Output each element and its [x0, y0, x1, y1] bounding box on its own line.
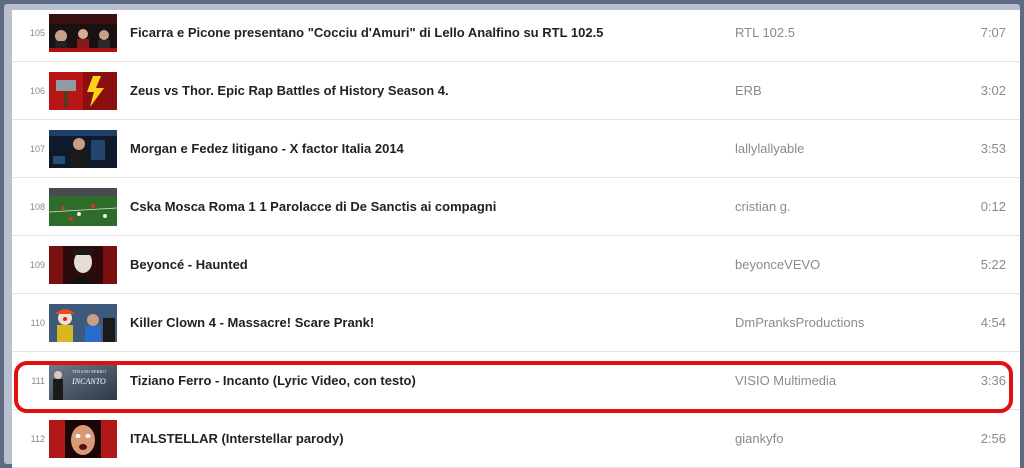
video-title[interactable]: Beyoncé - Haunted — [130, 236, 248, 294]
channel-name[interactable]: ERB — [735, 62, 762, 120]
channel-name[interactable]: RTL 102.5 — [735, 10, 795, 62]
video-title[interactable]: Ficarra e Picone presentano "Cocciu d'Am… — [130, 10, 603, 62]
video-title[interactable]: ITALSTELLAR (Interstellar parody) — [130, 410, 344, 468]
channel-name[interactable]: cristian g. — [735, 178, 791, 236]
list-item[interactable]: 106 Zeus vs Thor. Epic Rap Battles of Hi… — [12, 62, 1020, 120]
video-duration: 4:54 — [980, 315, 1006, 330]
video-title[interactable]: Killer Clown 4 - Massacre! Scare Prank! — [130, 294, 374, 352]
video-duration: 3:02 — [980, 83, 1006, 98]
item-index: 108 — [29, 202, 45, 212]
channel-name[interactable]: VISIO Multimedia — [735, 352, 836, 410]
item-index: 107 — [29, 144, 45, 154]
item-index: 106 — [29, 86, 45, 96]
video-title[interactable]: Morgan e Fedez litigano - X factor Itali… — [130, 120, 404, 178]
item-index: 112 — [30, 434, 45, 444]
list-item[interactable]: 108 Cska Mosca Roma 1 1 Parolacce di De … — [12, 178, 1020, 236]
incanto-thumbnail[interactable]: TIZIANO FERRO INCANTO — [49, 362, 117, 400]
video-title[interactable]: Cska Mosca Roma 1 1 Parolacce di De Sanc… — [130, 178, 496, 236]
hammer-lightning-thumbnail[interactable] — [49, 72, 117, 110]
video-duration: 3:53 — [980, 141, 1006, 156]
video-duration: 2:56 — [980, 431, 1006, 446]
list-item[interactable]: 105 Ficarra e Picone presentano "Cocciu … — [12, 10, 1020, 62]
channel-name[interactable]: lallylallyable — [735, 120, 804, 178]
video-duration: 7:07 — [980, 25, 1006, 40]
face-thumbnail[interactable] — [49, 420, 117, 458]
tv-studio-thumbnail[interactable] — [49, 14, 117, 52]
list-item-selected[interactable]: 111 TIZIANO FERRO INCANTO Tiziano Ferro … — [12, 352, 1020, 410]
thumb-artist-text: TIZIANO FERRO — [72, 369, 107, 374]
video-list: 105 Ficarra e Picone presentano "Cocciu … — [12, 10, 1020, 468]
channel-name[interactable]: DmPranksProductions — [735, 294, 864, 352]
football-pitch-thumbnail[interactable] — [49, 188, 117, 226]
video-duration: 3:36 — [980, 373, 1006, 388]
video-duration: 0:12 — [980, 199, 1006, 214]
video-title[interactable]: Tiziano Ferro - Incanto (Lyric Video, co… — [130, 352, 416, 410]
playlist-panel: 105 Ficarra e Picone presentano "Cocciu … — [12, 10, 1020, 468]
list-item[interactable]: 109 Beyoncé - Haunted beyonceVEVO 5:22 — [12, 236, 1020, 294]
list-item[interactable]: 107 Morgan e Fedez litigano - X factor I… — [12, 120, 1020, 178]
portrait-thumbnail[interactable] — [49, 246, 117, 284]
video-duration: 5:22 — [980, 257, 1006, 272]
item-index: 111 — [31, 376, 45, 386]
window-frame: 105 Ficarra e Picone presentano "Cocciu … — [4, 4, 1020, 468]
item-index: 109 — [29, 260, 45, 270]
thumb-title-text: INCANTO — [71, 377, 106, 386]
channel-name[interactable]: giankyfo — [735, 410, 783, 468]
stage-thumbnail[interactable] — [49, 130, 117, 168]
list-item[interactable]: 112 ITALSTELLAR (Interstellar parody) gi… — [12, 410, 1020, 468]
video-title[interactable]: Zeus vs Thor. Epic Rap Battles of Histor… — [130, 62, 449, 120]
clown-thumbnail[interactable] — [49, 304, 117, 342]
item-index: 110 — [30, 318, 45, 328]
item-index: 105 — [29, 28, 45, 38]
list-item[interactable]: 110 Killer Clown 4 - Massacre! Scare Pra… — [12, 294, 1020, 352]
channel-name[interactable]: beyonceVEVO — [735, 236, 820, 294]
